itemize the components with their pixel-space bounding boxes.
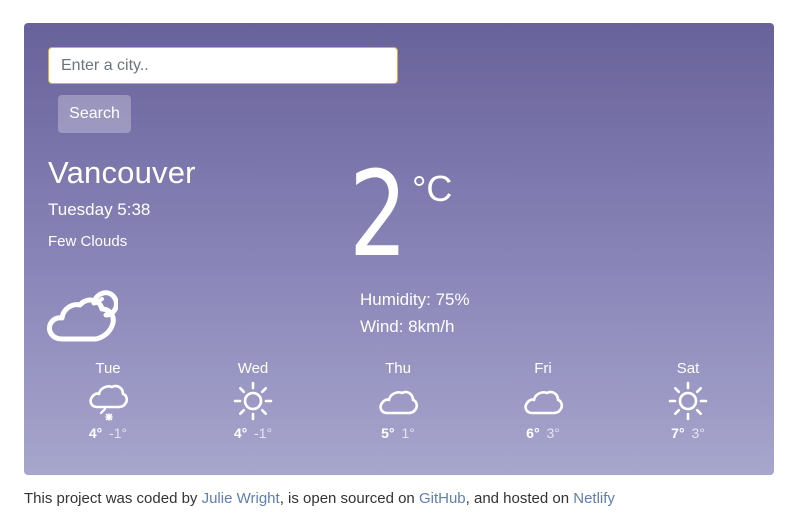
forecast-day-name: Tue	[95, 360, 121, 377]
forecast-temps: 4° -1°	[203, 425, 303, 441]
forecast-max: 4°	[88, 425, 103, 441]
forecast-min: -1°	[109, 425, 128, 441]
author-link[interactable]: Julie Wright	[202, 490, 280, 507]
sun-icon	[233, 381, 273, 421]
city-search-input[interactable]	[48, 47, 398, 84]
footer-text: , and hosted on	[465, 490, 574, 507]
weather-description: Few Clouds	[48, 233, 128, 250]
forecast-row: Tue 4° -1° Wed 4° -1° Thu 5° 1° Fri 6° 3…	[24, 360, 774, 460]
city-name: Vancouver	[48, 155, 196, 190]
forecast-min: 3°	[546, 425, 560, 441]
netlify-link[interactable]: Netlify	[573, 490, 615, 507]
forecast-day: Tue 4° -1°	[58, 360, 158, 441]
forecast-day: Thu 5° 1°	[348, 360, 448, 441]
wind-speed: Wind: 8km/h	[360, 317, 455, 336]
weather-card: Search Vancouver Tuesday 5:38 Few Clouds…	[24, 23, 774, 475]
sun-icon	[668, 381, 708, 421]
forecast-day-name: Sat	[676, 360, 700, 377]
forecast-day-name: Thu	[385, 360, 411, 377]
forecast-min: -1°	[254, 425, 273, 441]
forecast-temps: 7° 3°	[638, 425, 738, 441]
forecast-min: 3°	[691, 425, 705, 441]
forecast-day-name: Fri	[534, 360, 552, 377]
forecast-max: 4°	[233, 425, 248, 441]
footer-text: This project was coded by	[24, 490, 202, 507]
snow-cloud-icon	[89, 384, 129, 421]
cloud-icon	[379, 390, 419, 415]
partly-cloudy-icon	[47, 290, 118, 342]
footer-text: , is open sourced on	[279, 490, 419, 507]
forecast-temps: 4° -1°	[58, 425, 158, 441]
forecast-max: 6°	[526, 425, 540, 441]
cloud-icon	[524, 390, 564, 415]
footer: This project was coded by Julie Wright, …	[24, 490, 615, 507]
forecast-min: 1°	[401, 425, 415, 441]
github-link[interactable]: GitHub	[419, 490, 466, 507]
forecast-max: 5°	[381, 425, 395, 441]
temperature-unit: °C	[412, 168, 453, 209]
humidity: Humidity: 75%	[360, 290, 470, 309]
forecast-day: Fri 6° 3°	[493, 360, 593, 441]
forecast-temps: 5° 1°	[348, 425, 448, 441]
forecast-max: 7°	[671, 425, 685, 441]
forecast-day: Wed 4° -1°	[203, 360, 303, 441]
forecast-day-name: Wed	[237, 360, 269, 377]
search-button[interactable]: Search	[58, 95, 131, 133]
current-temperature: 2	[349, 145, 408, 283]
forecast-day: Sat 7° 3°	[638, 360, 738, 441]
current-datetime: Tuesday 5:38	[48, 200, 151, 219]
forecast-temps: 6° 3°	[493, 425, 593, 441]
